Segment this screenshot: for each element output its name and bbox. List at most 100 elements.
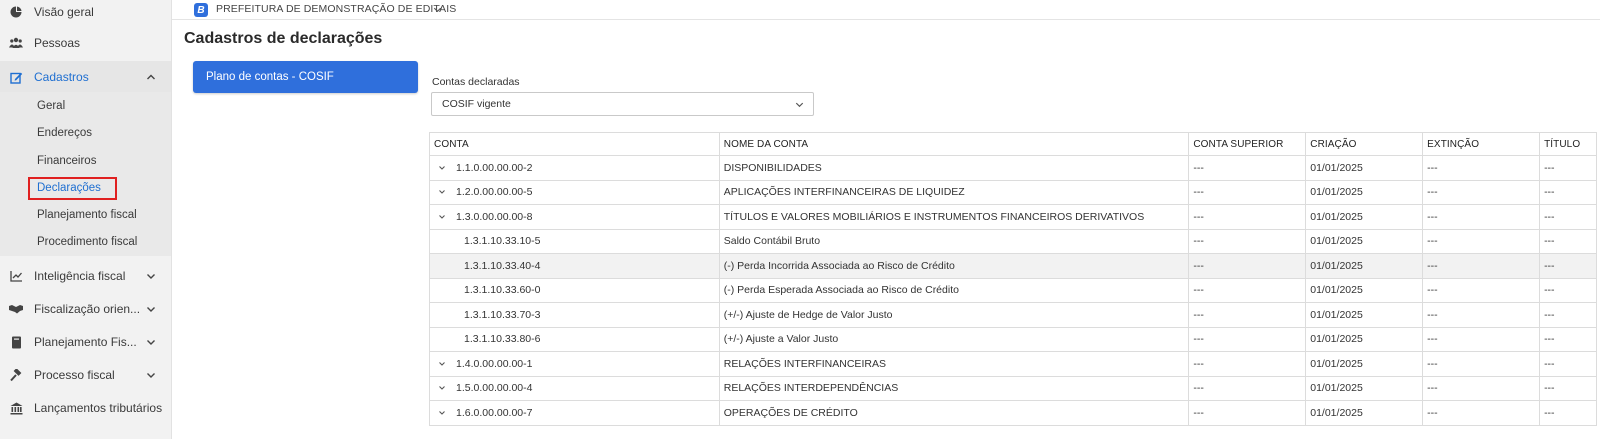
expand-chevron-icon[interactable] <box>437 408 447 418</box>
cell-conta-superior: --- <box>1189 352 1307 376</box>
pie-chart-icon <box>9 5 23 19</box>
expand-chevron-icon[interactable] <box>437 187 447 197</box>
submenu-item-procedimento-fiscal[interactable]: Procedimento fiscal <box>37 236 137 248</box>
cell-nome: (+/-) Ajuste a Valor Justo <box>720 327 1190 351</box>
line-chart-icon <box>9 269 23 283</box>
table-row[interactable]: 1.4.0.00.00.00-1 RELAÇÕES INTERFINANCEIRA… <box>430 352 1598 377</box>
cell-extincao: --- <box>1423 180 1541 204</box>
submenu-item-geral[interactable]: Geral <box>37 100 65 112</box>
cell-criacao: 01/01/2025 <box>1306 376 1424 400</box>
chevron-down-icon <box>147 274 155 279</box>
cell-criacao: 01/01/2025 <box>1306 156 1424 180</box>
account-code: 1.1.0.00.00.00-2 <box>456 161 533 174</box>
cell-conta-superior: --- <box>1189 205 1307 229</box>
sidebar-item-label: Visão geral <box>34 5 94 19</box>
organization-selector[interactable]: PREFEITURA DE DEMONSTRAÇÃO DE EDITAIS <box>216 3 456 15</box>
sidebar-item-label: Pessoas <box>34 36 81 50</box>
chevron-down-icon <box>795 102 804 108</box>
sidebar-item-fiscalizacao[interactable]: Fiscalização orien... <box>0 293 171 325</box>
submenu-item-financeiros[interactable]: Financeiros <box>37 155 96 167</box>
column-header-criacao[interactable]: CRIAÇÃO <box>1306 133 1424 155</box>
cell-conta: 1.3.1.10.33.60-0 <box>430 278 720 302</box>
page-title: Cadastros de declarações <box>184 30 383 47</box>
table-row[interactable]: 1.3.1.10.33.80-6 (+/-) Ajuste a Valor Jus… <box>430 327 1598 352</box>
cell-criacao: 01/01/2025 <box>1306 254 1424 278</box>
sidebar: Visão geral Pessoas Cadastros Geral Ende… <box>0 0 172 439</box>
cell-conta: 1.3.1.10.33.40-4 <box>430 254 720 278</box>
expand-chevron-icon[interactable] <box>437 212 447 222</box>
cell-conta-superior: --- <box>1189 180 1307 204</box>
submenu-item-enderecos[interactable]: Endereços <box>37 127 92 139</box>
table-row[interactable]: 1.3.1.10.33.60-0 (-) Perda Esperada Assoc… <box>430 278 1598 303</box>
sidebar-item-label: Lançamentos tributários <box>34 401 163 415</box>
chevron-down-icon <box>147 373 155 378</box>
sidebar-item-visao-geral[interactable]: Visão geral <box>0 0 171 28</box>
account-code: 1.4.0.00.00.00-1 <box>456 357 533 370</box>
sidebar-item-label: Planejamento Fis... <box>34 335 137 349</box>
cell-nome: (-) Perda Esperada Associada ao Risco de… <box>720 278 1190 302</box>
book-icon <box>9 335 23 349</box>
cell-conta: 1.3.1.10.33.10-5 <box>430 229 720 253</box>
people-icon <box>9 36 23 50</box>
table-row[interactable]: 1.3.1.10.33.40-4 (-) Perda Incorrida Asso… <box>430 254 1598 279</box>
cell-extincao: --- <box>1423 156 1541 180</box>
column-header-conta[interactable]: CONTA <box>430 133 720 155</box>
cell-nome: OPERAÇÕES DE CRÉDITO <box>720 401 1190 425</box>
organization-selector-bar: B PREFEITURA DE DEMONSTRAÇÃO DE EDITAIS <box>172 0 1600 20</box>
column-header-extincao[interactable]: EXTINÇÃO <box>1423 133 1541 155</box>
sidebar-item-pessoas[interactable]: Pessoas <box>0 27 171 59</box>
handshake-icon <box>9 302 23 316</box>
account-code: 1.3.1.10.33.10-5 <box>464 235 541 248</box>
table-row[interactable]: 1.1.0.00.00.00-2 DISPONIBILIDADES --- 01/01… <box>430 156 1598 181</box>
cell-criacao: 01/01/2025 <box>1306 278 1424 302</box>
contas-declaradas-label: Contas declaradas <box>432 76 520 88</box>
submenu-item-planejamento-fiscal[interactable]: Planejamento fiscal <box>37 209 137 221</box>
sidebar-item-label: Processo fiscal <box>34 368 115 382</box>
cell-criacao: 01/01/2025 <box>1306 327 1424 351</box>
cell-titulo: --- <box>1540 205 1598 229</box>
expand-chevron-icon[interactable] <box>437 383 447 393</box>
cell-conta-superior: --- <box>1189 327 1307 351</box>
cell-nome: RELAÇÕES INTERDEPENDÊNCIAS <box>720 376 1190 400</box>
chevron-down-icon[interactable] <box>432 4 443 15</box>
selection-highlight <box>28 177 117 200</box>
expand-chevron-icon[interactable] <box>437 163 447 173</box>
org-logo-icon: B <box>194 3 208 17</box>
cell-conta: 1.3.0.00.00.00-8 <box>430 205 720 229</box>
cell-nome: (+/-) Ajuste de Hedge de Valor Justo <box>720 303 1190 327</box>
cell-conta: 1.5.0.00.00.00-4 <box>430 376 720 400</box>
cell-extincao: --- <box>1423 376 1541 400</box>
account-code: 1.3.0.00.00.00-8 <box>456 210 533 223</box>
table-row[interactable]: 1.2.0.00.00.00-5 APLICAÇÕES INTERFINANCEI… <box>430 180 1598 205</box>
cell-titulo: --- <box>1540 401 1598 425</box>
table-row[interactable]: 1.3.0.00.00.00-8 TÍTULOS E VALORES MOBILI… <box>430 205 1598 230</box>
sidebar-item-processo-fiscal[interactable]: Processo fiscal <box>0 359 171 391</box>
contas-declaradas-select[interactable]: COSIF vigente <box>431 92 814 116</box>
sidebar-item-inteligencia-fiscal[interactable]: Inteligência fiscal <box>0 260 171 292</box>
cell-conta-superior: --- <box>1189 229 1307 253</box>
cell-criacao: 01/01/2025 <box>1306 352 1424 376</box>
cell-extincao: --- <box>1423 254 1541 278</box>
table-row[interactable]: 1.3.1.10.33.10-5 Saldo Contábil Bruto --- 0… <box>430 229 1598 254</box>
cell-titulo: --- <box>1540 229 1598 253</box>
cell-titulo: --- <box>1540 327 1598 351</box>
table-row[interactable]: 1.3.1.10.33.70-3 (+/-) Ajuste de Hedge de… <box>430 303 1598 328</box>
sidebar-item-label: Fiscalização orien... <box>34 302 141 316</box>
column-header-nome[interactable]: NOME DA CONTA <box>720 133 1190 155</box>
table-row[interactable]: 1.6.0.00.00.00-7 OPERAÇÕES DE CRÉDITO --- 0… <box>430 401 1598 426</box>
sidebar-item-cadastros[interactable]: Cadastros <box>0 61 171 93</box>
cell-titulo: --- <box>1540 180 1598 204</box>
cell-extincao: --- <box>1423 352 1541 376</box>
table-header-row: CONTA NOME DA CONTA CONTA SUPERIOR CRIAÇ… <box>430 133 1598 156</box>
sidebar-item-planejamento-fis[interactable]: Planejamento Fis... <box>0 326 171 358</box>
select-value: COSIF vigente <box>442 98 511 110</box>
cell-nome: Saldo Contábil Bruto <box>720 229 1190 253</box>
expand-chevron-icon[interactable] <box>437 359 447 369</box>
cell-conta-superior: --- <box>1189 254 1307 278</box>
column-header-titulo[interactable]: TÍTULO <box>1540 133 1598 155</box>
tab-plano-de-contas[interactable]: Plano de contas - COSIF <box>193 61 418 93</box>
cell-titulo: --- <box>1540 254 1598 278</box>
sidebar-item-lancamentos[interactable]: Lançamentos tributários <box>0 392 171 424</box>
column-header-conta-superior[interactable]: CONTA SUPERIOR <box>1189 133 1307 155</box>
table-row[interactable]: 1.5.0.00.00.00-4 RELAÇÕES INTERDEPENDÊNCI… <box>430 376 1598 401</box>
